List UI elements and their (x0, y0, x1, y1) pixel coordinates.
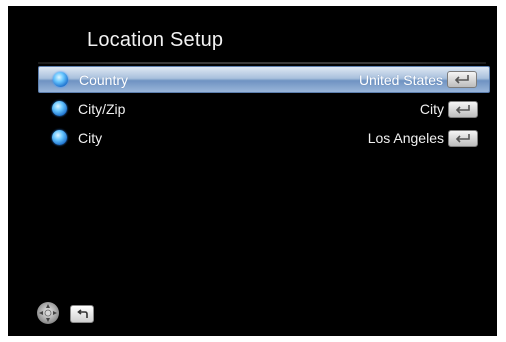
page-title: Location Setup (87, 29, 224, 51)
navigation-pad-icon (37, 302, 59, 324)
setting-value: City (419, 101, 444, 117)
enter-icon[interactable] (448, 101, 478, 118)
tv-screen: Location Setup Country United States Cit… (8, 6, 497, 336)
setting-label: City (78, 130, 103, 146)
bullet-icon (53, 72, 68, 87)
setting-value: United States (358, 72, 443, 88)
title-divider (38, 62, 486, 64)
setting-value: Los Angeles (367, 130, 444, 146)
bullet-icon (52, 101, 67, 116)
settings-list: Country United States City/Zip City City… (38, 66, 490, 153)
settings-row-city[interactable]: City Los Angeles (38, 124, 490, 151)
setting-label: Country (79, 72, 129, 88)
enter-icon[interactable] (448, 130, 478, 147)
enter-icon[interactable] (447, 71, 477, 88)
settings-row-city-zip[interactable]: City/Zip City (38, 95, 490, 122)
bullet-icon (52, 130, 67, 145)
setting-label: City/Zip (78, 101, 126, 117)
back-return-icon[interactable] (70, 305, 94, 323)
settings-row-country[interactable]: Country United States (38, 66, 490, 93)
